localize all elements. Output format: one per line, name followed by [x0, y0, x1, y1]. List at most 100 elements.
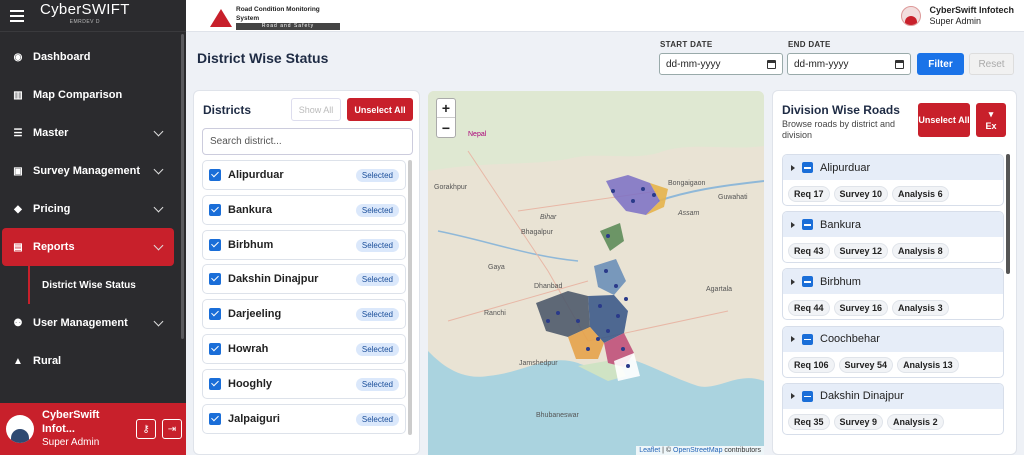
- list-item[interactable]: Jalpaiguri Selected: [202, 403, 406, 434]
- sidebar-item-dashboard[interactable]: ◉ Dashboard: [0, 38, 186, 76]
- reset-button[interactable]: Reset: [969, 53, 1014, 75]
- sidebar-scrollbar[interactable]: [181, 34, 184, 339]
- svg-text:Bongaigaon: Bongaigaon: [668, 180, 705, 187]
- status-badge: Selected: [355, 342, 399, 356]
- export-button[interactable]: ▾ Ex: [976, 103, 1006, 137]
- map-attribution: Leaflet | © OpenStreetMap contributors: [636, 446, 764, 455]
- req-badge: Req 35: [788, 414, 830, 431]
- partial-checkbox[interactable]: [802, 276, 813, 288]
- checkbox[interactable]: [209, 238, 221, 251]
- list-item[interactable]: Bankura Selected: [202, 194, 406, 225]
- end-date-input[interactable]: dd-mm-yyyy: [787, 53, 911, 75]
- expand-icon[interactable]: [791, 393, 795, 400]
- sidebar-item-survey-management[interactable]: ▣ Survey Management: [0, 152, 186, 190]
- division-list-scrollbar[interactable]: [1006, 154, 1010, 274]
- avatar: [901, 6, 922, 26]
- sidebar-item-master[interactable]: ☰ Master: [0, 114, 186, 152]
- checkbox[interactable]: [209, 273, 221, 286]
- sidebar-item-reports[interactable]: ▤ Reports: [2, 228, 174, 266]
- status-badge: Selected: [355, 203, 399, 217]
- division-card[interactable]: Coochbehar Req 106 Survey 54 Analysis 13: [782, 325, 1004, 378]
- svg-text:Gaya: Gaya: [488, 264, 505, 271]
- sidebar-item-user-management[interactable]: ⚉ User Management: [0, 304, 186, 342]
- district-search-input[interactable]: Search district...: [202, 128, 413, 155]
- dashboard-icon: ◉: [13, 51, 23, 63]
- list-item[interactable]: Birbhum Selected: [202, 229, 406, 260]
- division-card[interactable]: Birbhum Req 44 Survey 16 Analysis 3: [782, 268, 1004, 321]
- osm-link[interactable]: OpenStreetMap: [673, 447, 722, 454]
- district-list: Alipurduar Selected Bankura Selected Birbh…: [202, 160, 406, 438]
- survey-badge: Survey 9: [833, 414, 884, 431]
- page-title: District Wise Status: [197, 50, 329, 66]
- list-item[interactable]: Darjeeling Selected: [202, 299, 406, 330]
- status-badge: Selected: [355, 273, 399, 287]
- map-canvas[interactable]: Nepal Gorakhpur Bihar Bhagalpur Gaya Ran…: [428, 91, 764, 455]
- filter-button[interactable]: Filter: [917, 53, 964, 75]
- checkbox[interactable]: [209, 308, 221, 321]
- division-card[interactable]: Alipurduar Req 17 Survey 10 Analysis 6: [782, 154, 1004, 206]
- survey-badge: Survey 54: [838, 357, 894, 374]
- list-item[interactable]: Alipurduar Selected: [202, 160, 406, 190]
- sidebar-item-map-comparison[interactable]: ▥ Map Comparison: [0, 76, 186, 114]
- partial-checkbox[interactable]: [802, 390, 813, 402]
- expand-icon[interactable]: [791, 336, 795, 343]
- status-badge: Selected: [355, 412, 399, 426]
- svg-text:Bhubaneswar: Bhubaneswar: [536, 412, 579, 419]
- checkbox[interactable]: [209, 342, 221, 355]
- partial-checkbox[interactable]: [802, 162, 813, 173]
- survey-badge: Survey 16: [833, 299, 889, 316]
- analysis-badge: Analysis 8: [892, 242, 949, 259]
- checkbox[interactable]: [209, 377, 221, 390]
- chevron-down-icon: [153, 126, 164, 137]
- checkbox[interactable]: [209, 169, 221, 181]
- clipboard-icon: ▣: [13, 165, 23, 177]
- map-view[interactable]: Nepal Gorakhpur Bihar Bhagalpur Gaya Ran…: [428, 91, 764, 455]
- division-unselect-all-button[interactable]: Unselect All: [918, 103, 970, 137]
- district-list-scrollbar[interactable]: [408, 160, 412, 435]
- start-date-input[interactable]: dd-mm-yyyy: [659, 53, 783, 75]
- svg-text:Bihar: Bihar: [540, 214, 557, 221]
- list-item[interactable]: Howrah Selected: [202, 333, 406, 364]
- leaflet-link[interactable]: Leaflet: [639, 447, 660, 454]
- district-overlay[interactable]: [536, 291, 590, 337]
- list-item[interactable]: Hooghly Selected: [202, 368, 406, 399]
- zoom-out-button[interactable]: −: [437, 118, 455, 137]
- sidebar-subitem-district-wise-status[interactable]: District Wise Status: [28, 266, 186, 304]
- district-overlay[interactable]: [606, 175, 660, 215]
- sidebar-item-pricing[interactable]: ◆ Pricing: [0, 190, 186, 228]
- topbar-user[interactable]: CyberSwift Infotech Super Admin: [901, 5, 1014, 27]
- list-item[interactable]: Dakshin Dinajpur Selected: [202, 264, 406, 295]
- sidebar-item-rural[interactable]: ▲ Rural: [0, 342, 186, 380]
- district-overlay[interactable]: [594, 259, 626, 295]
- district-overlay[interactable]: [600, 223, 624, 251]
- hamburger-menu-icon[interactable]: [10, 9, 24, 22]
- chevron-down-icon: [153, 202, 164, 213]
- map-icon: ▥: [13, 89, 23, 101]
- zoom-in-button[interactable]: +: [437, 99, 455, 118]
- logout-icon[interactable]: ⇥: [162, 419, 182, 439]
- calendar-icon[interactable]: [895, 60, 904, 69]
- unselect-all-button[interactable]: Unselect All: [347, 98, 413, 121]
- checkbox[interactable]: [209, 412, 221, 425]
- division-panel: Division Wise Roads Browse roads by dist…: [772, 90, 1017, 455]
- calendar-icon[interactable]: [767, 60, 776, 69]
- division-card[interactable]: Dakshin Dinajpur Req 35 Survey 9 Analysis …: [782, 382, 1004, 435]
- partial-checkbox[interactable]: [802, 219, 813, 231]
- chart-icon: ▤: [13, 241, 23, 253]
- expand-icon[interactable]: [791, 278, 795, 285]
- survey-badge: Survey 10: [833, 185, 889, 202]
- partial-checkbox[interactable]: [802, 333, 813, 345]
- status-badge: Selected: [355, 377, 399, 391]
- key-icon[interactable]: ⚷: [136, 419, 156, 439]
- checkbox[interactable]: [209, 203, 221, 216]
- expand-icon[interactable]: [791, 164, 795, 171]
- division-card[interactable]: Bankura Req 43 Survey 12 Analysis 8: [782, 211, 1004, 264]
- expand-icon[interactable]: [791, 221, 795, 228]
- analysis-badge: Analysis 3: [892, 299, 949, 316]
- districts-title: Districts: [203, 103, 252, 117]
- division-list: Alipurduar Req 17 Survey 10 Analysis 6 Ban…: [782, 154, 1004, 440]
- sidebar-nav: ◉ Dashboard ▥ Map Comparison ☰ Master ▣ …: [0, 32, 186, 380]
- show-all-button[interactable]: Show All: [291, 98, 341, 121]
- tag-icon: ◆: [14, 203, 22, 215]
- chevron-down-icon: [153, 240, 164, 251]
